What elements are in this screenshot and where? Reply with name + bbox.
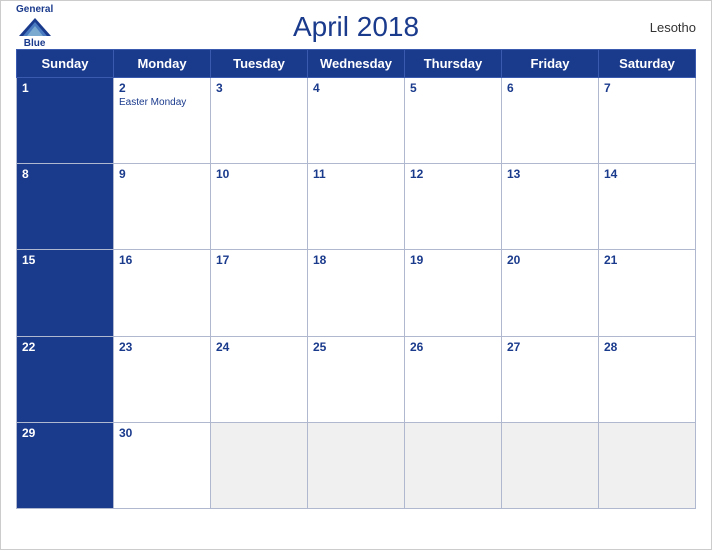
calendar-day-cell: 5 (405, 78, 502, 164)
calendar-day-cell: 14 (599, 164, 696, 250)
date-number: 21 (604, 253, 690, 267)
calendar-day-cell: 18 (308, 250, 405, 336)
date-number: 29 (22, 426, 108, 440)
calendar-day-cell: 6 (502, 78, 599, 164)
date-number: 15 (22, 253, 108, 267)
calendar-day-cell: 9 (114, 164, 211, 250)
calendar-day-cell: 13 (502, 164, 599, 250)
date-number: 4 (313, 81, 399, 95)
calendar-day-cell: 17 (211, 250, 308, 336)
calendar-title: April 2018 (293, 11, 419, 43)
calendar-day-cell: 23 (114, 336, 211, 422)
calendar-day-cell (308, 422, 405, 508)
logo-general: General (16, 4, 53, 16)
calendar-day-cell (502, 422, 599, 508)
date-number: 17 (216, 253, 302, 267)
calendar-day-cell: 4 (308, 78, 405, 164)
calendar-day-cell (405, 422, 502, 508)
calendar-day-cell (211, 422, 308, 508)
date-number: 11 (313, 167, 399, 181)
calendar-header: General Blue April 2018 Lesotho (16, 11, 696, 43)
date-number: 27 (507, 340, 593, 354)
date-number: 1 (22, 81, 108, 95)
date-number: 28 (604, 340, 690, 354)
header-wednesday: Wednesday (308, 50, 405, 78)
calendar-day-cell: 12 (405, 164, 502, 250)
calendar-day-cell: 25 (308, 336, 405, 422)
calendar-week-row: 22 23 24 25 26 27 28 (17, 336, 696, 422)
calendar-day-cell (599, 422, 696, 508)
header-saturday: Saturday (599, 50, 696, 78)
calendar-day-cell: 26 (405, 336, 502, 422)
calendar-day-cell: 21 (599, 250, 696, 336)
calendar-day-cell: 22 (17, 336, 114, 422)
header-tuesday: Tuesday (211, 50, 308, 78)
calendar-week-row: 29 30 (17, 422, 696, 508)
calendar-day-cell: 27 (502, 336, 599, 422)
date-number: 16 (119, 253, 205, 267)
calendar-week-row: 15 16 17 18 19 20 21 (17, 250, 696, 336)
calendar-day-cell: 20 (502, 250, 599, 336)
date-number: 10 (216, 167, 302, 181)
calendar-day-cell: 19 (405, 250, 502, 336)
calendar-day-cell: 16 (114, 250, 211, 336)
date-number: 18 (313, 253, 399, 267)
header-monday: Monday (114, 50, 211, 78)
date-number: 6 (507, 81, 593, 95)
calendar-body: 12Easter Monday3456789101112131415161718… (17, 78, 696, 509)
calendar-day-cell: 10 (211, 164, 308, 250)
header-sunday: Sunday (17, 50, 114, 78)
date-number: 24 (216, 340, 302, 354)
logo: General Blue (16, 4, 53, 50)
date-number: 13 (507, 167, 593, 181)
calendar-day-cell: 28 (599, 336, 696, 422)
header-thursday: Thursday (405, 50, 502, 78)
country-label: Lesotho (650, 20, 696, 35)
holiday-label: Easter Monday (119, 97, 205, 108)
logo-icon (17, 16, 53, 38)
calendar-day-cell: 11 (308, 164, 405, 250)
calendar-day-cell: 30 (114, 422, 211, 508)
date-number: 19 (410, 253, 496, 267)
calendar-container: General Blue April 2018 Lesotho Sunday M… (0, 0, 712, 550)
date-number: 22 (22, 340, 108, 354)
calendar-day-cell: 2 Easter Monday (114, 78, 211, 164)
calendar-day-cell: 7 (599, 78, 696, 164)
calendar-week-row: 12 Easter Monday 34567 (17, 78, 696, 164)
calendar-day-cell: 24 (211, 336, 308, 422)
logo-blue: Blue (24, 38, 46, 50)
header-friday: Friday (502, 50, 599, 78)
date-number: 8 (22, 167, 108, 181)
date-number: 26 (410, 340, 496, 354)
calendar-day-cell: 15 (17, 250, 114, 336)
date-number: 30 (119, 426, 205, 440)
calendar-day-cell: 1 (17, 78, 114, 164)
date-number: 25 (313, 340, 399, 354)
date-number: 3 (216, 81, 302, 95)
date-number: 20 (507, 253, 593, 267)
calendar-week-row: 89 10 11 12 13 14 (17, 164, 696, 250)
date-number: 9 (119, 167, 205, 181)
days-header-row: Sunday Monday Tuesday Wednesday Thursday… (17, 50, 696, 78)
date-number: 7 (604, 81, 690, 95)
calendar-day-cell: 3 (211, 78, 308, 164)
calendar-table: Sunday Monday Tuesday Wednesday Thursday… (16, 49, 696, 509)
date-number: 23 (119, 340, 205, 354)
calendar-day-cell: 29 (17, 422, 114, 508)
date-number: 2 (119, 81, 205, 95)
date-number: 12 (410, 167, 496, 181)
date-number: 14 (604, 167, 690, 181)
calendar-day-cell: 8 (17, 164, 114, 250)
date-number: 5 (410, 81, 496, 95)
